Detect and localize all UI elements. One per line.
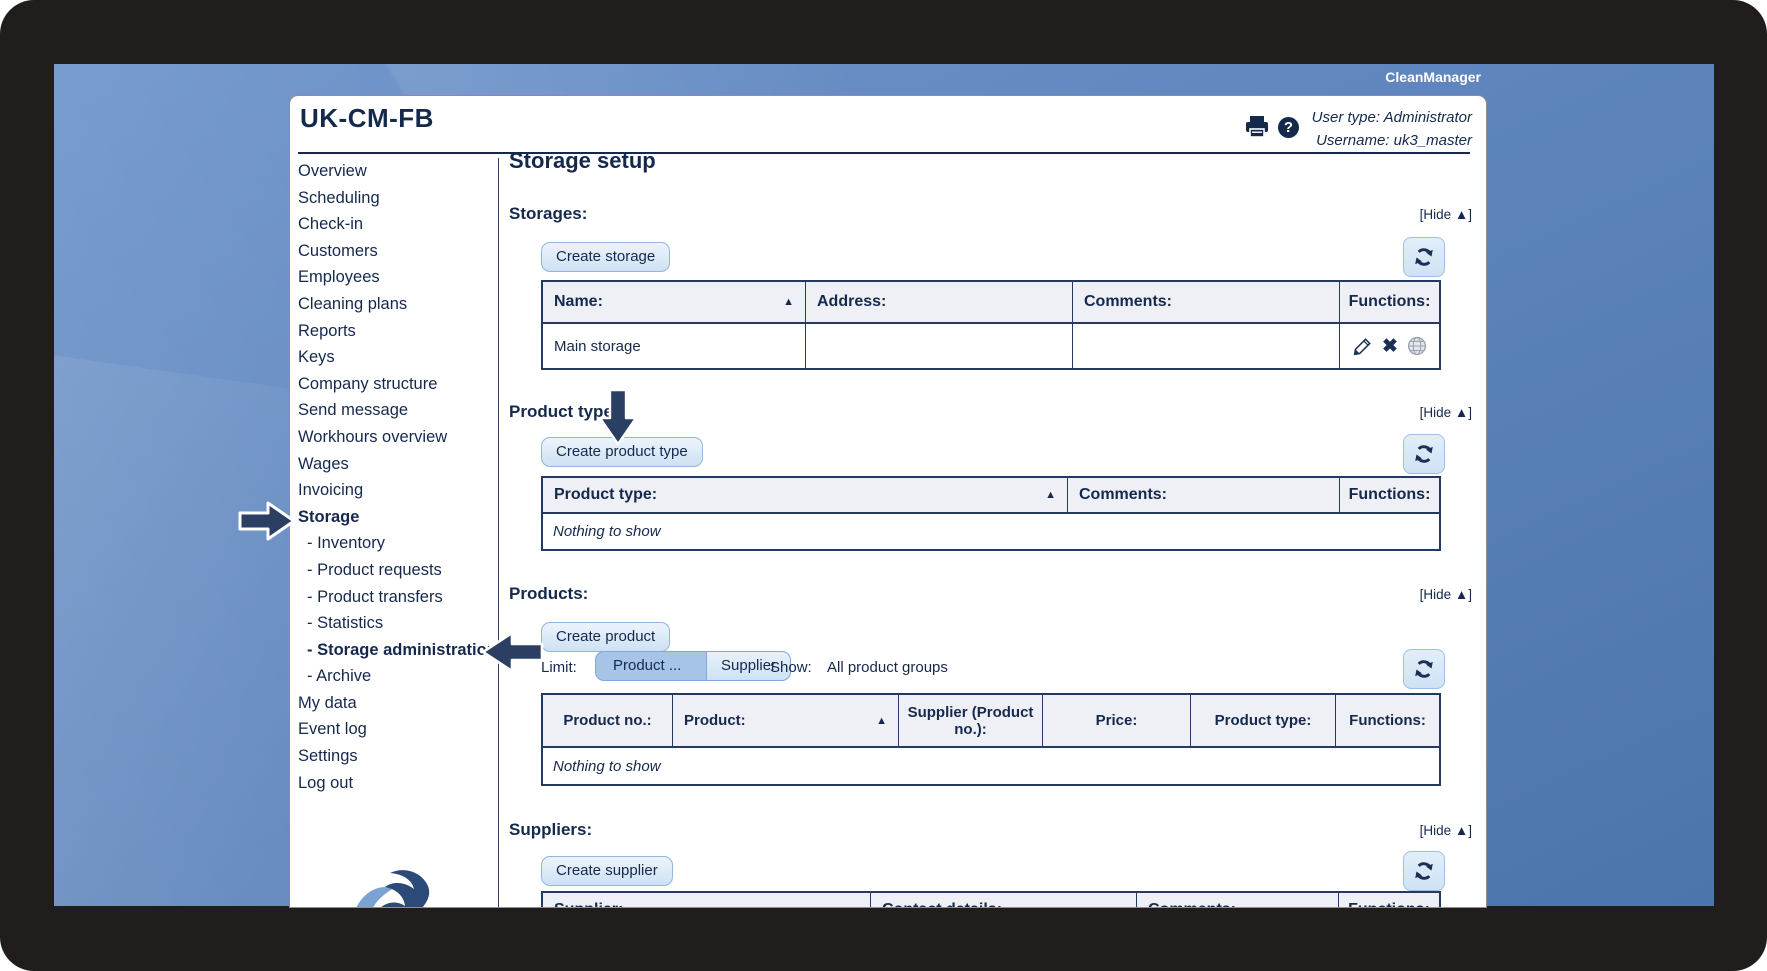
storages-hide-link[interactable]: [Hide ▲] bbox=[1420, 207, 1472, 222]
storage-administration-pointer-arrow-icon bbox=[480, 630, 544, 679]
suppliers-hide-link[interactable]: [Hide ▲] bbox=[1420, 823, 1472, 838]
sidebar-item-statistics[interactable]: - Statistics bbox=[298, 610, 494, 637]
sidebar-item-my-data[interactable]: My data bbox=[298, 690, 494, 717]
sidebar-item-invoicing[interactable]: Invoicing bbox=[298, 477, 494, 504]
products-col-product[interactable]: Product: ▲ bbox=[673, 695, 899, 748]
products-empty-row: Nothing to show bbox=[543, 748, 1439, 784]
storages-refresh-button[interactable] bbox=[1403, 237, 1445, 277]
storages-col-name[interactable]: Name: ▲ bbox=[543, 282, 806, 324]
storages-section-label: Storages: bbox=[509, 204, 587, 224]
sidebar-item-log-out[interactable]: Log out bbox=[298, 770, 494, 797]
sidebar-item-storage[interactable]: Storage bbox=[298, 504, 494, 531]
limit-product-groups-button[interactable]: Product ... bbox=[595, 651, 707, 681]
user-type-label: User type: Administrator bbox=[1312, 106, 1472, 129]
storage-pointer-arrow-icon bbox=[238, 500, 296, 547]
sidebar-item-scheduling[interactable]: Scheduling bbox=[298, 185, 494, 212]
create-product-type-pointer-arrow-icon bbox=[597, 388, 639, 451]
products-col-type[interactable]: Product type: bbox=[1191, 695, 1336, 748]
sidebar-item-settings[interactable]: Settings bbox=[298, 743, 494, 770]
sidebar-item-product-requests[interactable]: - Product requests bbox=[298, 557, 494, 584]
product-types-col-type[interactable]: Product type: ▲ bbox=[543, 478, 1068, 514]
storage-address-cell bbox=[806, 324, 1073, 368]
brand-text: CleanManager bbox=[1000, 69, 1481, 85]
sidebar-item-wages[interactable]: Wages bbox=[298, 451, 494, 478]
sidebar-item-inventory[interactable]: - Inventory bbox=[298, 530, 494, 557]
create-supplier-button[interactable]: Create supplier bbox=[541, 856, 673, 886]
sidebar-item-workhours-overview[interactable]: Workhours overview bbox=[298, 424, 494, 451]
storages-col-address[interactable]: Address: bbox=[806, 282, 1073, 324]
sidebar-item-event-log[interactable]: Event log bbox=[298, 716, 494, 743]
sort-asc-icon: ▲ bbox=[775, 296, 794, 308]
help-icon[interactable]: ? bbox=[1278, 117, 1299, 138]
sort-asc-icon: ▲ bbox=[868, 715, 887, 727]
sidebar-item-employees[interactable]: Employees bbox=[298, 264, 494, 291]
refresh-icon bbox=[1413, 860, 1435, 882]
sidebar-item-overview[interactable]: Overview bbox=[298, 158, 494, 185]
sidebar-divider bbox=[498, 158, 499, 907]
suppliers-table: Supplier: ▲ Contact details: Comments: F… bbox=[541, 891, 1441, 908]
storage-comments-cell bbox=[1073, 324, 1340, 368]
app-window: UK-CM-FB ? User type: Administrator User… bbox=[289, 95, 1487, 908]
username-label: Username: uk3_master bbox=[1312, 129, 1472, 152]
show-value[interactable]: All product groups bbox=[827, 659, 948, 676]
create-storage-button[interactable]: Create storage bbox=[541, 242, 670, 272]
sidebar-item-product-transfers[interactable]: - Product transfers bbox=[298, 584, 494, 611]
products-hide-link[interactable]: [Hide ▲] bbox=[1420, 587, 1472, 602]
screen: CleanManager UK-CM-FB ? User type: Admin… bbox=[0, 0, 1767, 971]
sidebar-item-cleaning-plans[interactable]: Cleaning plans bbox=[298, 291, 494, 318]
products-refresh-button[interactable] bbox=[1403, 649, 1445, 689]
product-types-empty-row: Nothing to show bbox=[543, 514, 1439, 549]
product-types-col-comments[interactable]: Comments: bbox=[1068, 478, 1340, 514]
sidebar-item-check-in[interactable]: Check-in bbox=[298, 211, 494, 238]
sidebar-item-customers[interactable]: Customers bbox=[298, 238, 494, 265]
product-types-table: Product type: ▲ Comments: Functions: Not… bbox=[541, 476, 1441, 551]
refresh-icon bbox=[1413, 658, 1435, 680]
globe-icon[interactable] bbox=[1407, 336, 1427, 356]
refresh-icon bbox=[1413, 246, 1435, 268]
sidebar-item-send-message[interactable]: Send message bbox=[298, 397, 494, 424]
sidebar-item-reports[interactable]: Reports bbox=[298, 318, 494, 345]
content-title: Storage setup bbox=[509, 148, 656, 174]
sidebar-item-storage-administration[interactable]: - Storage administration bbox=[298, 637, 494, 664]
product-types-col-functions: Functions: bbox=[1340, 478, 1439, 514]
user-info: User type: Administrator Username: uk3_m… bbox=[1312, 106, 1472, 152]
product-types-refresh-button[interactable] bbox=[1403, 434, 1445, 474]
products-col-no[interactable]: Product no.: bbox=[543, 695, 673, 748]
show-label: Show: bbox=[770, 659, 812, 676]
sidebar-item-archive[interactable]: - Archive bbox=[298, 663, 494, 690]
sidebar-item-keys[interactable]: Keys bbox=[298, 344, 494, 371]
storages-table: Name: ▲ Address: Comments: Functions: Ma… bbox=[541, 280, 1441, 370]
sort-asc-icon: ▲ bbox=[840, 904, 859, 908]
limit-segmented-control: Product ... Supplier bbox=[595, 651, 791, 681]
cleanmanager-logo bbox=[350, 866, 434, 908]
storage-name-cell: Main storage bbox=[543, 324, 806, 368]
suppliers-col-supplier[interactable]: Supplier: ▲ bbox=[543, 893, 871, 908]
print-icon[interactable] bbox=[1245, 116, 1269, 138]
products-col-functions: Functions: bbox=[1336, 695, 1439, 748]
products-col-supplier[interactable]: Supplier (Product no.): bbox=[899, 695, 1043, 748]
suppliers-col-contact[interactable]: Contact details: bbox=[871, 893, 1137, 908]
refresh-icon bbox=[1413, 443, 1435, 465]
sidebar-item-company-structure[interactable]: Company structure bbox=[298, 371, 494, 398]
edit-pencil-icon[interactable] bbox=[1352, 336, 1373, 357]
suppliers-col-comments[interactable]: Comments: bbox=[1137, 893, 1339, 908]
suppliers-col-functions: Functions: bbox=[1339, 893, 1439, 908]
products-table: Product no.: Product: ▲ Supplier (Produc… bbox=[541, 693, 1441, 786]
products-col-price[interactable]: Price: bbox=[1043, 695, 1191, 748]
product-types-hide-link[interactable]: [Hide ▲] bbox=[1420, 405, 1472, 420]
page-title: UK-CM-FB bbox=[300, 103, 434, 134]
sidebar: Overview Scheduling Check-in Customers E… bbox=[298, 158, 494, 796]
suppliers-section-label: Suppliers: bbox=[509, 820, 592, 840]
header-divider bbox=[298, 152, 1470, 154]
sort-asc-icon: ▲ bbox=[1037, 489, 1056, 501]
delete-icon[interactable]: ✖ bbox=[1382, 337, 1398, 356]
storages-col-comments[interactable]: Comments: bbox=[1073, 282, 1340, 324]
create-product-button[interactable]: Create product bbox=[541, 622, 670, 652]
table-row: Main storage ✖ bbox=[543, 324, 1439, 368]
suppliers-refresh-button[interactable] bbox=[1403, 851, 1445, 891]
products-section-label: Products: bbox=[509, 584, 588, 604]
storages-col-functions: Functions: bbox=[1340, 282, 1439, 324]
storage-functions-cell: ✖ bbox=[1340, 324, 1439, 368]
limit-label: Limit: bbox=[541, 659, 577, 676]
